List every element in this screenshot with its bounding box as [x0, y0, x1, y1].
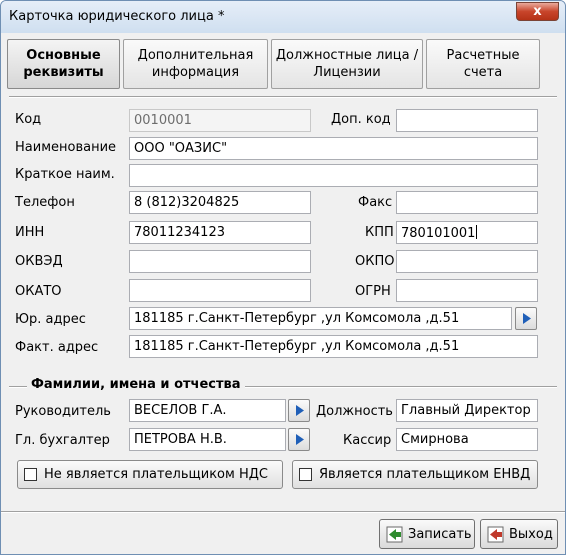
tab-dopolnitelnaya[interactable]: Дополнительная информация — [123, 39, 268, 89]
bottom-divider — [1, 511, 565, 513]
telefon-label: Телефон — [15, 195, 75, 210]
okved-label: ОКВЭД — [15, 254, 63, 269]
faks-label: Факс — [358, 195, 393, 210]
okpo-label: ОКПО — [355, 254, 395, 269]
save-icon — [386, 526, 403, 543]
dolzhnost-field[interactable]: Главный Директор — [396, 399, 538, 422]
okato-label: ОКАТО — [15, 284, 62, 299]
exit-label: Выход — [509, 527, 553, 542]
okpo-field[interactable] — [396, 250, 538, 273]
kassir-field[interactable]: Смирнова — [396, 428, 538, 451]
window-title: Карточка юридического лица * — [9, 9, 225, 24]
kod-label: Код — [15, 112, 42, 127]
kassir-label: Кассир — [343, 433, 392, 448]
rukovoditel-field[interactable]: ВЕСЕЛОВ Г.А. — [129, 399, 286, 422]
save-label: Записать — [408, 527, 472, 542]
title-bar[interactable]: Карточка юридического лица * x — [1, 1, 565, 33]
rukovoditel-select-button[interactable] — [288, 399, 310, 422]
envd-checkbox-label: Является плательщиком ЕНВД — [319, 467, 531, 482]
tab-label: Дополнительная информация — [137, 48, 254, 80]
buhgalter-select-button[interactable] — [288, 428, 310, 451]
fakt-adres-label: Факт. адрес — [15, 340, 99, 355]
ogrn-label: ОГРН — [355, 284, 391, 299]
tab-dolzhnostnye[interactable]: Должностные лица / Лицензии — [271, 39, 423, 89]
nds-checkbox-label: Не является плательщиком НДС — [44, 467, 268, 482]
ogrn-field[interactable] — [396, 279, 538, 302]
play-arrow-icon — [296, 434, 304, 445]
kod-field[interactable]: 0010001 — [129, 109, 311, 132]
checkbox-box — [299, 468, 312, 481]
okato-field[interactable] — [129, 279, 311, 302]
ne-platelshchik-nds-checkbox[interactable]: Не является плательщиком НДС — [17, 460, 283, 489]
dolzhnost-label: Должность — [316, 404, 393, 419]
play-arrow-icon — [296, 405, 304, 416]
yur-adres-label: Юр. адрес — [15, 312, 86, 327]
play-arrow-icon — [523, 313, 531, 324]
tab-osnovnye[interactable]: Основные реквизиты — [7, 39, 120, 89]
exit-icon — [487, 526, 504, 543]
tab-label: Должностные лица / Лицензии — [275, 48, 419, 80]
inn-field[interactable]: 78011234123 — [129, 221, 311, 244]
buhgalter-label: Гл. бухгалтер — [15, 433, 110, 448]
kpp-field[interactable]: 780101001 — [396, 221, 538, 244]
kratkoe-label: Краткое наим. — [15, 167, 115, 182]
rukovoditel-label: Руководитель — [15, 404, 111, 419]
fakt-adres-field[interactable]: 181185 г.Санкт-Петербург ,ул Комсомола ,… — [129, 335, 538, 358]
dialog-window: Карточка юридического лица * x Основные … — [0, 0, 566, 555]
dialog-body: Основные реквизиты Дополнительная информ… — [1, 33, 565, 554]
buhgalter-field[interactable]: ПЕТРОВА Н.В. — [129, 428, 286, 451]
persons-group-title: Фамилии, имена и отчества — [27, 377, 245, 392]
close-button[interactable]: x — [516, 2, 559, 21]
kpp-label: КПП — [365, 225, 394, 240]
exit-button[interactable]: Выход — [480, 519, 558, 549]
platelshchik-envd-checkbox[interactable]: Является плательщиком ЕНВД — [292, 460, 538, 489]
tab-raschetnye[interactable]: Расчетные счета — [426, 39, 540, 89]
dop-kod-field[interactable] — [396, 109, 538, 132]
checkbox-box — [24, 468, 37, 481]
inn-label: ИНН — [15, 225, 45, 240]
yur-adres-field[interactable]: 181185 г.Санкт-Петербург ,ул Комсомола ,… — [129, 307, 512, 330]
tab-label: Основные реквизиты — [23, 48, 104, 80]
tab-divider — [9, 96, 557, 98]
save-button[interactable]: Записать — [379, 519, 475, 549]
tab-label: Расчетные счета — [446, 48, 520, 80]
dop-kod-label: Доп. код — [331, 112, 391, 127]
yur-adres-select-button[interactable] — [515, 307, 537, 330]
faks-field[interactable] — [396, 191, 538, 214]
telefon-field[interactable]: 8 (812)3204825 — [129, 191, 311, 214]
kratkoe-field[interactable] — [129, 164, 538, 187]
okved-field[interactable] — [129, 250, 311, 273]
naimenovanie-field[interactable]: ООО "ОАЗИС" — [129, 137, 538, 160]
naimenovanie-label: Наименование — [15, 140, 117, 155]
